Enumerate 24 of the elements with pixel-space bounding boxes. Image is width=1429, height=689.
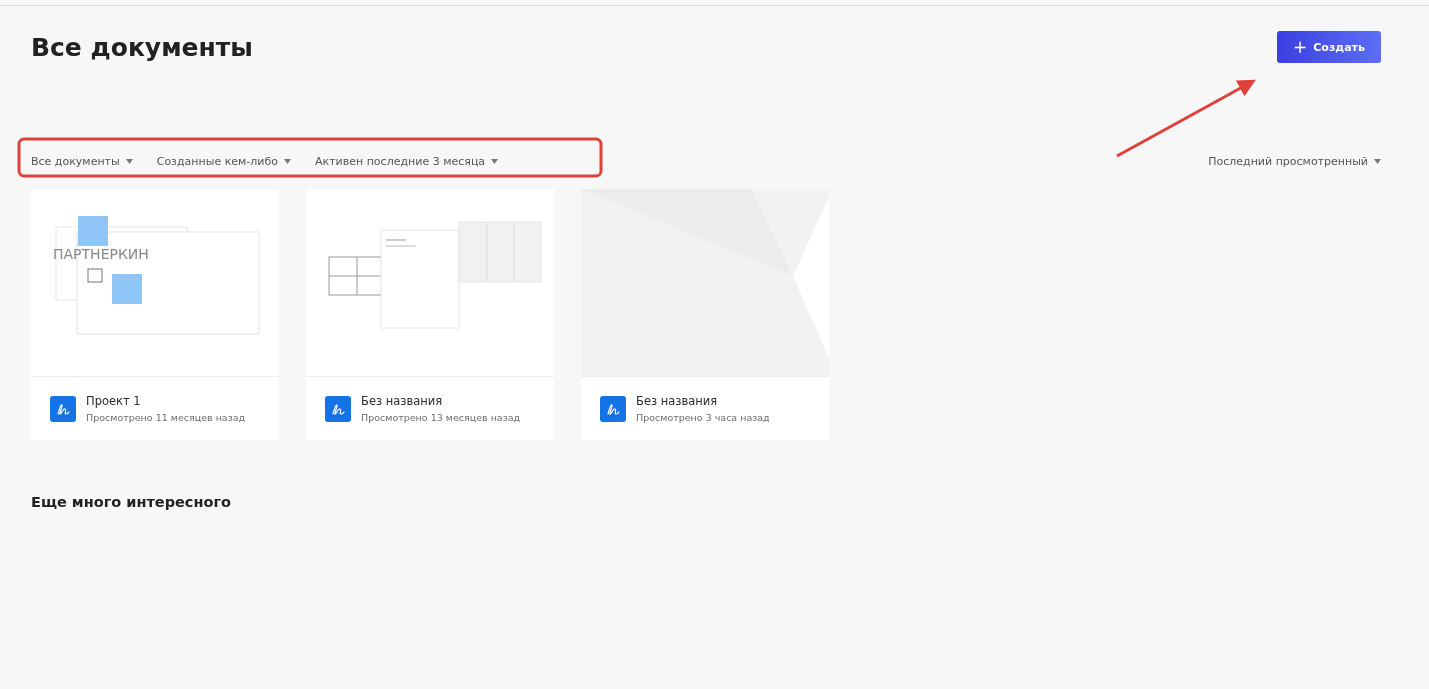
create-button[interactable]: + Создать: [1277, 31, 1381, 63]
thumbnail-text: ПАРТНЕРКИН: [53, 246, 149, 262]
caret-icon: [491, 159, 499, 164]
document-name: Без названия: [636, 394, 719, 408]
document-icon: [325, 395, 351, 422]
document-viewed: Просмотрено 11 месяцев назад: [86, 412, 246, 423]
section-title: Еще много интересного: [31, 494, 232, 510]
document-card[interactable]: Без названия Просмотрено 13 месяцев назад: [306, 189, 554, 440]
caret-icon: [1374, 159, 1381, 164]
document-viewed: Просмотрено 13 месяцев назад: [361, 412, 521, 423]
caret-icon: [284, 159, 291, 164]
page-title: Все документы: [31, 32, 253, 62]
document-viewed: Просмотрено 3 часа назад: [636, 412, 770, 423]
document-icon: [600, 395, 626, 422]
document-icon: [50, 395, 76, 422]
document-name: Проект 1: [86, 394, 142, 408]
filter-dropdown[interactable]: Активен последние 3 месяца: [315, 155, 499, 168]
filter-dropdown[interactable]: Созданные кем-либо: [156, 155, 291, 168]
document-card[interactable]: Без названия Просмотрено 3 часа назад: [581, 189, 829, 440]
caret-icon: [125, 159, 133, 164]
sort-dropdown[interactable]: Последний просмотренный: [1208, 155, 1381, 168]
document-card[interactable]: ПАРТНЕРКИН Проект 1 Просмотрено 11 месяцев назад: [31, 189, 279, 440]
filter-dropdown[interactable]: Все документы: [31, 155, 133, 168]
document-name: Без названия: [361, 394, 444, 408]
